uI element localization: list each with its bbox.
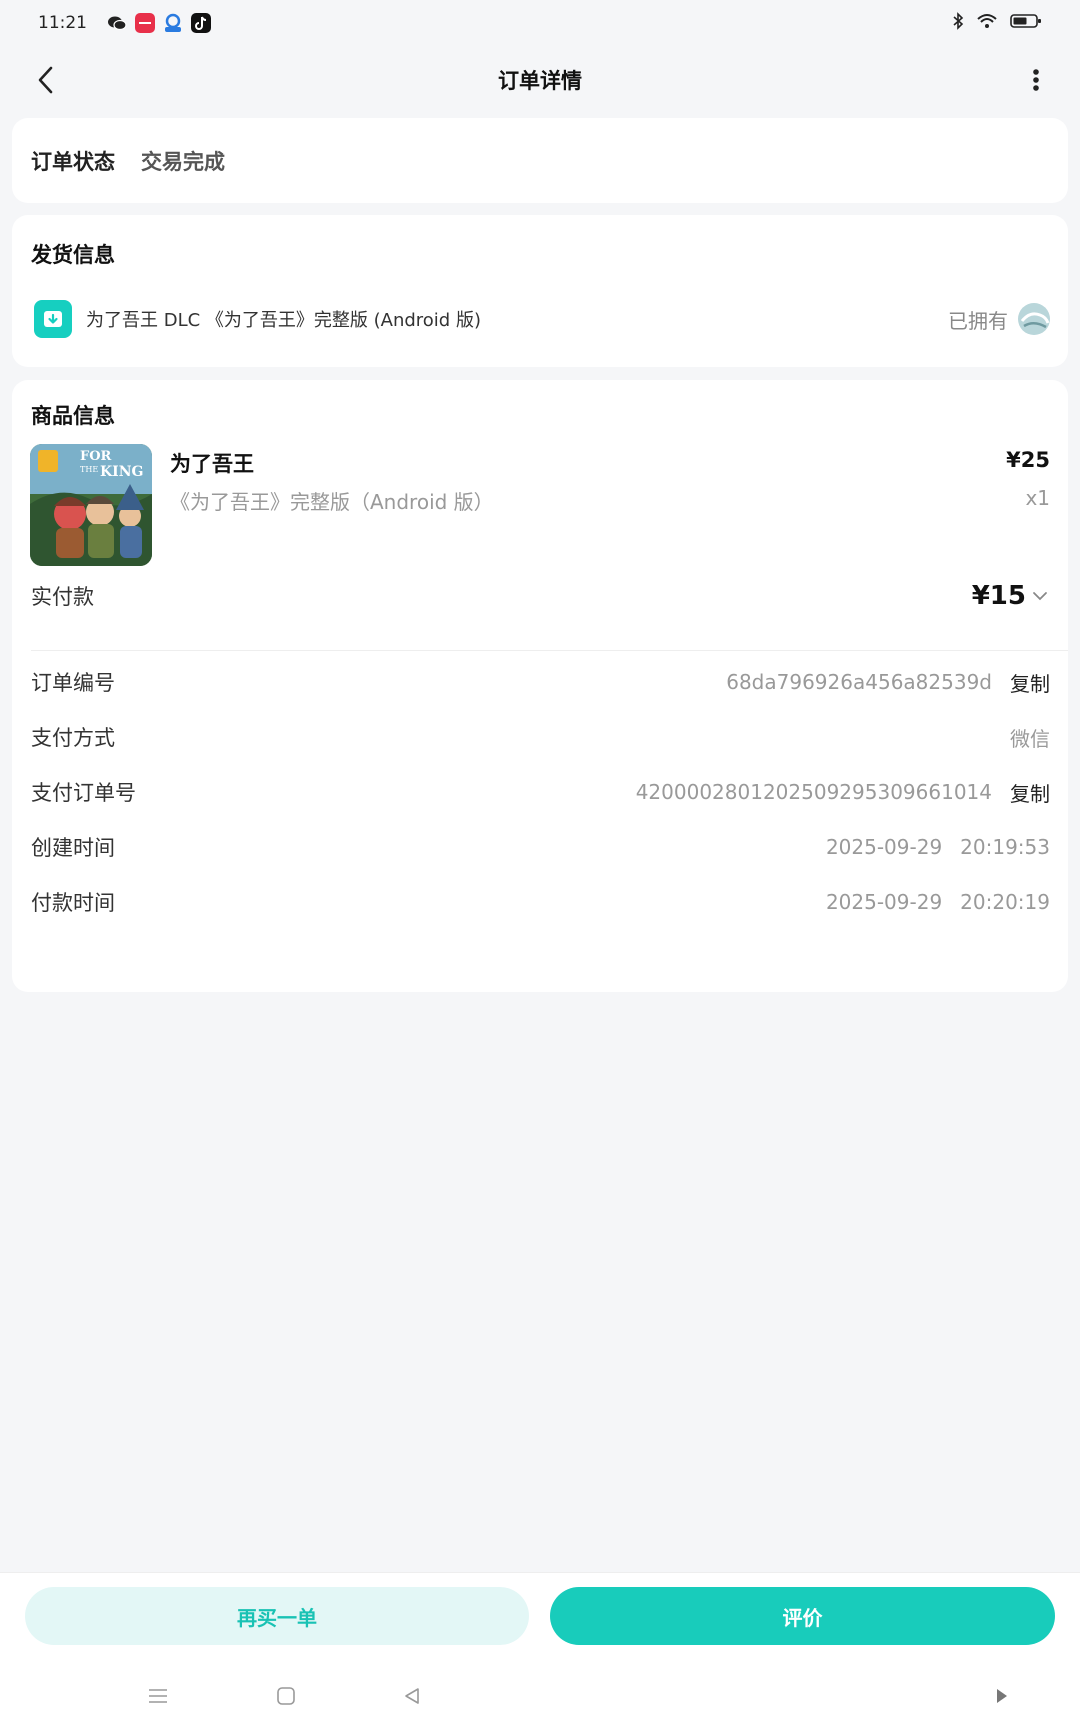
game-cover-image: FOR THE KING (30, 444, 152, 566)
goods-item[interactable]: FOR THE KING 为了吾王 《为了吾王》完整版（Android 版） ¥… (30, 444, 1050, 568)
paid-amount-row[interactable]: 实付款 ¥15 (31, 576, 1050, 616)
shipping-title: 发货信息 (31, 243, 115, 267)
battery-icon (1010, 13, 1042, 33)
owned-label: 已拥有 (948, 308, 1008, 333)
paid-amount: ¥15 (971, 581, 1026, 611)
chevron-down-icon (1032, 587, 1050, 605)
order-number-value: 68da796926a456a82539d (726, 670, 992, 694)
more-vertical-icon (1033, 69, 1039, 91)
created-time-value: 20:19:53 (960, 835, 1050, 859)
chevron-left-icon (38, 66, 53, 94)
system-nav-bar (0, 1664, 1080, 1728)
status-time: 11:21 (38, 13, 87, 33)
goods-title: 商品信息 (31, 404, 115, 428)
order-status-card: 订单状态 交易完成 (12, 118, 1068, 203)
paid-time-value: 20:20:19 (960, 890, 1050, 914)
shipping-item-name: 为了吾王 DLC 《为了吾王》完整版 (Android 版) (86, 310, 481, 331)
payment-order-number-label: 支付订单号 (31, 781, 136, 805)
menu-icon[interactable] (144, 1682, 172, 1710)
status-bar: 11:21 (0, 0, 1080, 46)
shipping-info-card: 发货信息 为了吾王 DLC 《为了吾王》完整版 (Android 版) 已拥有 (12, 215, 1068, 367)
created-time-label: 创建时间 (31, 836, 115, 860)
page-title: 订单详情 (498, 69, 582, 93)
back-button[interactable] (28, 62, 64, 98)
paid-label: 实付款 (31, 585, 94, 609)
nav-bar: 订单详情 (0, 52, 1080, 108)
download-box-icon (34, 300, 72, 338)
payment-method-row: 支付方式 微信 (31, 717, 1050, 757)
wifi-icon (976, 13, 998, 33)
wechat-icon (107, 13, 127, 33)
home-icon[interactable] (272, 1682, 300, 1710)
app-blue-icon (163, 13, 183, 33)
play-triangle-icon[interactable] (988, 1682, 1016, 1710)
paid-date-value: 2025-09-29 (825, 890, 943, 914)
created-time-row: 创建时间 2025-09-29 20:19:53 (31, 827, 1050, 867)
payment-order-number-row: 支付订单号 4200002801202509295309661014 复制 (31, 772, 1050, 812)
cover-text-for: FOR (80, 449, 112, 464)
payment-method-value: 微信 (1010, 726, 1050, 751)
divider (31, 650, 1068, 651)
goods-price: ¥25 (1006, 448, 1050, 472)
paid-time-label: 付款时间 (31, 891, 115, 915)
payment-order-number-value: 4200002801202509295309661014 (635, 780, 992, 804)
payment-method-label: 支付方式 (31, 726, 115, 750)
goods-name: 为了吾王 (170, 452, 254, 476)
notification-icons (107, 13, 211, 33)
rebuy-button[interactable]: 再买一单 (25, 1587, 529, 1645)
order-number-label: 订单编号 (31, 671, 115, 695)
back-triangle-icon[interactable] (398, 1682, 426, 1710)
copy-order-number-button[interactable]: 复制 (1010, 668, 1050, 697)
paid-time-row: 付款时间 2025-09-29 20:20:19 (31, 882, 1050, 922)
goods-info-card: 商品信息 FOR THE KING 为了吾王 《为了吾王》完整版（Android… (12, 380, 1068, 992)
avatar (1018, 303, 1050, 335)
created-date-value: 2025-09-29 (825, 835, 943, 859)
app-red-icon (135, 13, 155, 33)
cover-text-the: THE (80, 465, 98, 474)
cover-text-king: KING (100, 464, 143, 480)
goods-quantity: x1 (1025, 486, 1050, 510)
review-button[interactable]: 评价 (550, 1587, 1055, 1645)
order-number-row: 订单编号 68da796926a456a82539d 复制 (31, 662, 1050, 702)
order-status-value: 交易完成 (141, 149, 225, 174)
bottom-action-bar: 再买一单 评价 (0, 1572, 1080, 1664)
order-status-label: 订单状态 (31, 149, 115, 174)
tiktok-icon (191, 13, 211, 33)
copy-payment-order-number-button[interactable]: 复制 (1010, 778, 1050, 807)
bluetooth-icon (952, 12, 964, 34)
goods-subtitle: 《为了吾王》完整版（Android 版） (170, 490, 494, 514)
shipping-item[interactable]: 为了吾王 DLC 《为了吾王》完整版 (Android 版) 已拥有 (34, 299, 1050, 339)
more-button[interactable] (1018, 62, 1054, 98)
status-right (952, 12, 1042, 34)
